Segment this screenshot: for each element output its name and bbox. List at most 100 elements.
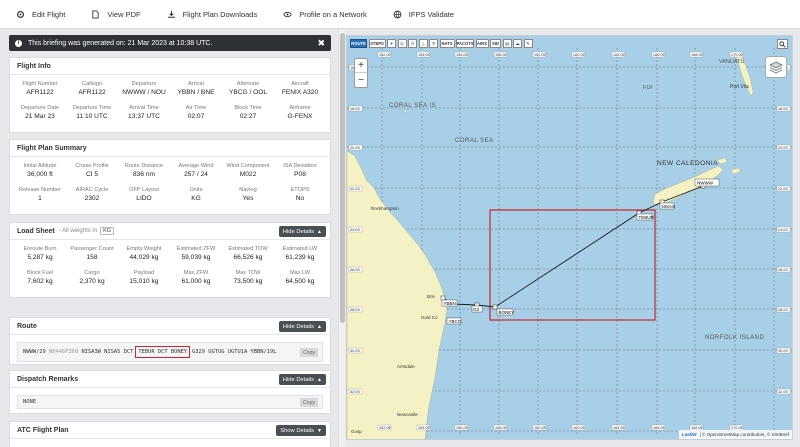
info-cell: Airframe G-FENX — [287, 105, 313, 120]
briefing-panel: i This briefing was generated on: 21 Mar… — [0, 29, 338, 447]
info-cell: Alternate YBCG / OOL — [228, 81, 268, 96]
top-toolbar: Edit Flight View PDF Flight Plan Downloa… — [0, 0, 800, 29]
card-title: Dispatch Remarks Hide Details ▲ — [10, 371, 330, 388]
svg-text:Rockhampton: Rockhampton — [371, 206, 399, 211]
chevron-down-icon: ▼ — [317, 427, 322, 434]
nats-layer-toggle[interactable]: NATS — [439, 39, 455, 48]
load-cell: Max LW 64,500 kg — [285, 270, 315, 285]
ifps-validate-button[interactable]: IFPS Validate — [393, 10, 454, 19]
svg-text:30.0S: 30.0S — [350, 349, 360, 353]
summary-cell: ETOPS No — [290, 187, 310, 202]
steps-layer-toggle[interactable]: STEPS — [368, 39, 386, 48]
route-hide-details-button[interactable]: Hide Details ▲ — [278, 321, 326, 332]
svg-text:CORAL SEA IS.: CORAL SEA IS. — [389, 103, 438, 109]
gear-icon — [16, 10, 25, 18]
atc-show-details-button[interactable]: Show Details ▼ — [276, 425, 326, 436]
info-cell: Callsign AFR1122 — [78, 81, 106, 96]
svg-text:170.0E: 170.0E — [731, 53, 744, 57]
document-icon — [92, 9, 100, 19]
info-cell: Departure Time 11:10 UTC — [72, 105, 112, 120]
load-cell: Max ZFW 61,000 kg — [181, 270, 211, 285]
svg-text:Armidale: Armidale — [397, 364, 415, 369]
layers-icon[interactable]: ▤ — [502, 39, 512, 48]
svg-text:Gosp: Gosp — [351, 429, 362, 434]
svg-text:152.0E: 152.0E — [379, 426, 392, 430]
load-cell: Max TOW 73,500 kg — [233, 270, 263, 285]
view-pdf-button[interactable]: View PDF — [91, 9, 141, 19]
scrollbar-thumb[interactable] — [340, 33, 345, 323]
sid-layer-toggle[interactable]: SID — [490, 39, 501, 48]
svg-text:24.0S: 24.0S — [778, 228, 788, 232]
svg-text:TEBUR: TEBUR — [639, 215, 655, 220]
svg-text:26.0S: 26.0S — [778, 268, 788, 272]
loyalty-island — [730, 167, 741, 175]
pacots-layer-toggle[interactable]: PACOTS — [456, 39, 474, 48]
profile-on-network-button[interactable]: Profile on a Network — [283, 10, 367, 19]
eye-icon — [283, 11, 292, 17]
zoom-in-button[interactable]: + — [355, 59, 367, 73]
globe-icon — [393, 10, 402, 18]
load-sheet-hide-details-button[interactable]: Hide Details ▲ — [278, 226, 326, 237]
generated-alert: i This briefing was generated on: 21 Mar… — [9, 35, 331, 51]
summary-cell: Release Number 1 — [19, 187, 61, 202]
load-cell: Estimated ZFW 59,039 kg — [176, 246, 216, 261]
wrench-icon[interactable]: ✎ — [523, 39, 533, 48]
svg-text:22.0S: 22.0S — [778, 187, 788, 191]
weather-icon[interactable]: ☁ — [513, 39, 522, 48]
summary-cell: Units KG — [189, 187, 203, 202]
info-icon: i — [15, 39, 22, 47]
load-cell: Estimated TOW 66,526 kg — [228, 246, 268, 261]
card-title: Flight Info — [10, 58, 330, 75]
edit-flight-button[interactable]: Edit Flight — [16, 10, 65, 19]
svg-text:158.0E: 158.0E — [495, 53, 508, 57]
flight-plan-summary-card: Flight Plan Summary Initial Altitude 36,0… — [9, 139, 331, 215]
map-attribution: Leaflet | © OpenStreetMap contributors, … — [678, 430, 792, 439]
svg-text:156.0E: 156.0E — [456, 53, 469, 57]
info-cell: Block Time 02:27 — [234, 105, 262, 120]
load-sheet-grid: Enroute Burn 5,287 kg Passenger Count 158 … — [10, 240, 330, 291]
svg-text:166.0E: 166.0E — [653, 53, 666, 57]
airs-layer-toggle[interactable]: AIRS — [475, 39, 489, 48]
dispatch-remarks-text[interactable]: NONE Copy — [17, 395, 323, 409]
svg-text:166.0E: 166.0E — [653, 426, 666, 430]
map-toolbar: ROUTE STEPS ✈ ◎ ◷ △ ⚲ NATS PACOTS AIRS S… — [350, 39, 534, 48]
dispatch-hide-details-button[interactable]: Hide Details ▲ — [278, 374, 326, 385]
dispatch-copy-button[interactable]: Copy — [300, 398, 318, 407]
route-copy-button[interactable]: Copy — [300, 348, 318, 357]
close-icon[interactable]: ✖ — [317, 38, 325, 49]
card-title: Load Sheet - All weights in KG Hide Deta… — [10, 223, 330, 240]
summary-cell: OFP Layout LIDO — [129, 187, 159, 202]
card-title: ATC Flight Plan Show Details ▼ — [10, 422, 330, 439]
route-layer-toggle[interactable]: ROUTE — [350, 39, 367, 48]
map-canvas: NWWW NISAS TEBUR BONEY G3 YBBN YBCG CORA… — [347, 48, 792, 439]
layer-switcher-button[interactable] — [765, 56, 787, 78]
left-panel-scrollbar[interactable] — [338, 29, 345, 447]
airport-icon[interactable]: ✈ — [387, 39, 396, 48]
map-search-icon[interactable] — [777, 39, 788, 49]
loyalty-island — [716, 157, 728, 165]
flight-plan-downloads-button[interactable]: Flight Plan Downloads — [167, 10, 257, 19]
svg-text:158.0E: 158.0E — [495, 426, 508, 430]
svg-text:BONEY: BONEY — [499, 310, 515, 315]
chevron-up-icon: ▲ — [317, 376, 322, 383]
svg-text:Port Vila: Port Vila — [730, 84, 749, 90]
route-string[interactable]: NWWW/29 N0446F360 NISA3W NISA5 DCT TEBUR… — [17, 342, 323, 362]
leaflet-link[interactable]: Leaflet — [682, 432, 697, 437]
top-tick-labels: 152.0E 154.0E 156.0E 158.0E 160.0E 162.0… — [377, 51, 744, 58]
pin-icon[interactable]: ⚲ — [429, 39, 438, 48]
target-icon[interactable]: ◎ — [397, 39, 407, 48]
unit-badge[interactable]: KG — [100, 227, 115, 235]
clock-icon[interactable]: ◷ — [408, 39, 417, 48]
route-map[interactable]: NWWW NISAS TEBUR BONEY G3 YBBN YBCG CORA… — [346, 35, 793, 440]
svg-text:YBCG: YBCG — [449, 319, 462, 324]
load-cell: Payload 15,010 kg — [129, 270, 159, 285]
warning-icon[interactable]: △ — [418, 39, 428, 48]
zoom-out-button[interactable]: − — [355, 73, 367, 87]
svg-text:VANUATU: VANUATU — [719, 59, 744, 65]
stack-icon — [769, 61, 783, 73]
info-cell: Air Time 02:07 — [185, 105, 207, 120]
svg-text:162.0E: 162.0E — [573, 53, 586, 57]
load-cell: Block Fuel 7,602 kg — [26, 270, 54, 285]
info-cell: Arrival YBBN / BNE — [177, 81, 215, 96]
svg-text:32.0S: 32.0S — [778, 390, 788, 394]
